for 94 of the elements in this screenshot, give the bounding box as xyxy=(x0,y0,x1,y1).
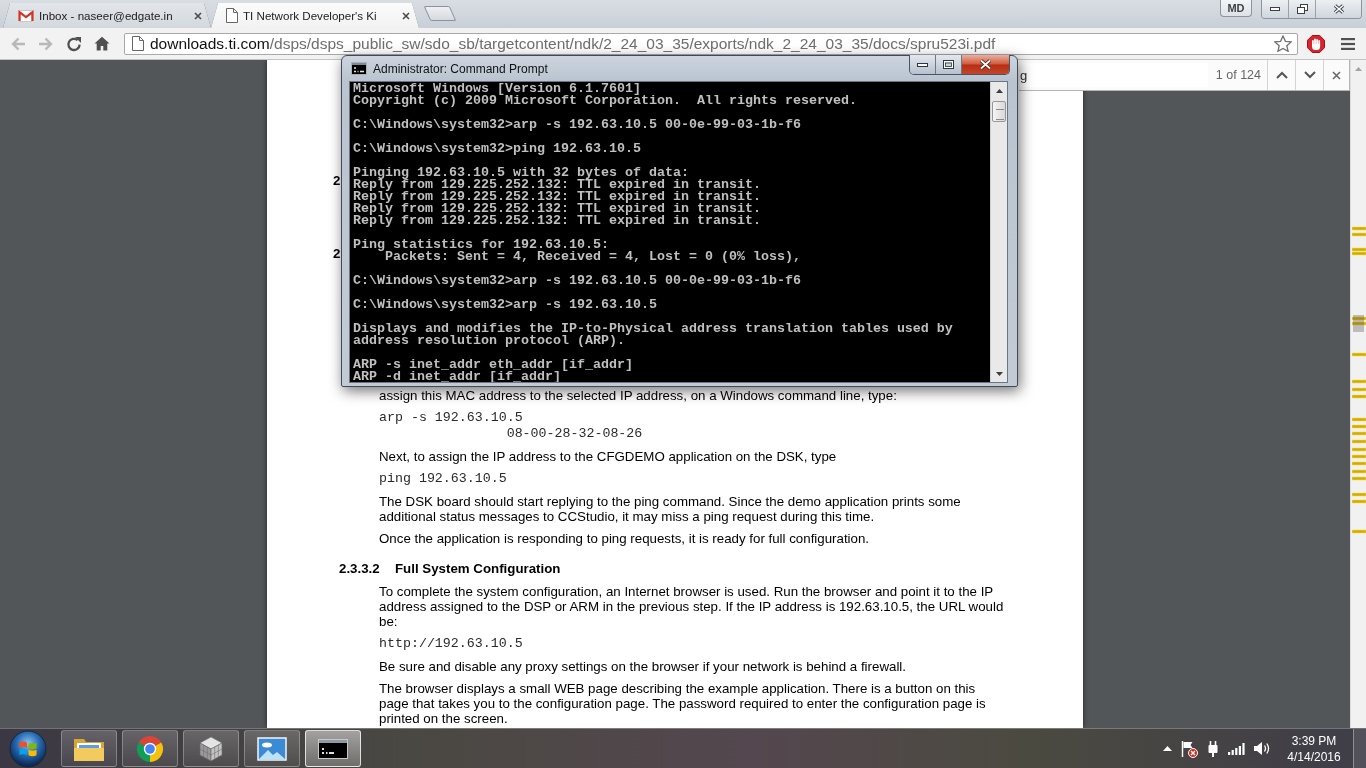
terminal-icon xyxy=(318,738,348,759)
left-arrow-icon xyxy=(10,36,26,51)
console-line: Reply from 129.225.252.132: TTL expired in transit. xyxy=(353,179,762,191)
heading-fragment: 2 xyxy=(333,173,341,188)
minimize-button[interactable] xyxy=(1262,0,1289,18)
console-line: C:\Windows\system32>arp -s 192.63.10.5 00-0e-99-03-1b-f6 xyxy=(353,275,802,287)
minimize-icon xyxy=(1270,7,1280,11)
paragraph: To complete the system configuration, an Internet browser is used. Run the browser and point it to the IP address assigned to the DSP or ARM in the previous step. If the IP address is 192.63.10.5, the URL would be: xyxy=(379,584,1005,629)
close-tab-button[interactable] xyxy=(193,10,203,21)
wheel-logo-icon xyxy=(136,734,164,763)
console-line: Pinging 192.63.10.5 with 32 bytes of data: xyxy=(353,167,690,179)
console-line: Reply from 129.225.252.132: TTL expired in transit. xyxy=(353,215,762,227)
close-icon xyxy=(1332,4,1345,14)
close-icon xyxy=(1332,70,1341,80)
flag-logo-icon xyxy=(9,729,47,768)
chevron-down-icon xyxy=(1303,71,1316,79)
up-triangle-icon[interactable] xyxy=(1163,746,1172,751)
section-number: 2.3.3.2 xyxy=(339,561,381,577)
picture-icon xyxy=(257,736,287,761)
scrollbar-thumb[interactable] xyxy=(992,101,1006,122)
maximize-icon xyxy=(943,60,954,69)
paragraph: assign this MAC address to the selected IP address, on a Windows command line, type: xyxy=(379,388,898,403)
console-line: address resolution protocol (ARP). xyxy=(353,335,625,347)
signal-icon[interactable] xyxy=(1228,742,1245,755)
close-tab-button[interactable] xyxy=(401,10,411,21)
speaker-icon[interactable] xyxy=(1253,741,1271,756)
match-count: 1 of 124 xyxy=(1215,68,1261,82)
address-bar[interactable]: downloads.ti.com/dsps/dsps_public_sw/sdo_sb/targetcontent/ndk/2_24_03_35/exports/ndk_2_24_03_35/docs/spru523i.pdf xyxy=(124,32,1298,55)
find-field[interactable]: g xyxy=(1019,63,1208,87)
console-line: Packets: Sent = 4, Received = 4, Lost = 0 (0% loss), xyxy=(385,251,802,263)
clock-date[interactable]: 4/14/2016 xyxy=(1287,748,1341,765)
envelope-icon xyxy=(18,9,34,22)
minimize-icon xyxy=(917,62,928,67)
restore-button[interactable] xyxy=(1289,0,1316,18)
close-button[interactable] xyxy=(1316,0,1361,18)
taskbar-button[interactable] xyxy=(61,730,117,767)
console-line: C:\Windows\system32>arp -s 192.63.10.5 00-0e-99-03-1b-f6 xyxy=(353,119,802,131)
page-icon xyxy=(132,36,144,51)
paragraph: Next, to assign the IP address to the CFGDEMO application on the DSK, type xyxy=(379,449,838,464)
right-arrow-icon xyxy=(38,36,54,51)
console-icon xyxy=(351,62,367,75)
console-line: Displays and modifies the IP-to-Physical address translation tables used by xyxy=(353,323,954,335)
window-title: Administrator: Command Prompt xyxy=(373,61,548,76)
console-line: Reply from 129.225.252.132: TTL expired in transit. xyxy=(353,203,762,215)
taskbar-button[interactable] xyxy=(183,730,239,767)
minimize-button[interactable] xyxy=(910,55,936,74)
chevron-up-icon xyxy=(1275,71,1288,79)
console-line: C:\Windows\system32>arp -s 192.63.10.5 xyxy=(353,299,658,311)
console-line: Microsoft Windows [Version 6.1.7601] xyxy=(353,83,641,95)
browser-tab[interactable]: TI Network Developer's Ki xyxy=(211,3,419,28)
heading-fragment: 2 xyxy=(333,246,341,261)
taskbar-button[interactable] xyxy=(244,730,300,767)
maximize-button[interactable] xyxy=(936,55,962,74)
console-line: C:\Windows\system32>ping 192.63.10.5 xyxy=(353,143,642,155)
close-icon xyxy=(402,11,410,20)
clock-time[interactable]: 3:39 PM xyxy=(1291,732,1337,749)
menu-icon xyxy=(1341,37,1355,50)
section-heading: Full System Configuration xyxy=(395,561,561,577)
console-line: Reply from 129.225.252.132: TTL expired in transit. xyxy=(353,191,762,203)
stop-hand-icon xyxy=(1307,34,1325,53)
code-line: arp -s 192.63.10.5 xyxy=(379,410,524,426)
cube-icon xyxy=(197,734,225,763)
paragraph: The browser displays a small WEB page describing the example application. There is a button on this page that takes you to the configuration page. The password required to enter the configuration page is printed on the screen. xyxy=(379,681,987,726)
new-tab-button[interactable] xyxy=(423,6,457,21)
reload-icon xyxy=(66,35,82,52)
up-arrow-icon xyxy=(995,88,1003,93)
up-arrow-icon xyxy=(1355,66,1362,71)
console-line: Copyright (c) 2009 Microsoft Corporation. All rights reserved. xyxy=(353,95,858,107)
taskbar-button[interactable] xyxy=(305,730,361,767)
paragraph: The DSK board should start replying to the ping command. Since the demo application prints some additional status messages to CCStudio, it may miss a ping request during this time. xyxy=(379,494,962,524)
restore-icon xyxy=(1296,4,1308,14)
page-icon xyxy=(226,8,238,23)
console-line: ARP -d inet_addr [if_addr] xyxy=(353,371,562,382)
close-icon xyxy=(979,59,992,70)
console-line: Ping statistics for 192.63.10.5: xyxy=(353,239,610,251)
flag-alert-icon[interactable] xyxy=(1180,739,1198,758)
profile-button[interactable]: MD xyxy=(1220,0,1252,17)
star-icon xyxy=(1274,35,1292,52)
scrollbar-thumb[interactable] xyxy=(1353,315,1364,332)
plug-icon[interactable] xyxy=(1206,740,1220,757)
paragraph: Be sure and disable any proxy settings on the browser if your network is behind a firewall. xyxy=(379,659,907,674)
code-line: ping 192.63.10.5 xyxy=(379,471,507,487)
bookmark-button[interactable] xyxy=(1273,33,1293,54)
home-icon xyxy=(94,36,110,51)
close-icon xyxy=(194,11,202,20)
code-line: 08-00-28-32-08-26 xyxy=(506,426,643,442)
console-line: ARP -s inet_addr eth_addr [if_addr] xyxy=(353,359,634,371)
down-arrow-icon xyxy=(995,371,1003,376)
scrollbar[interactable] xyxy=(1350,60,1366,728)
scrollbar[interactable] xyxy=(990,82,1007,382)
browser-tab[interactable]: Inbox - naseer@edgate.in xyxy=(3,3,211,28)
close-button[interactable] xyxy=(962,55,1009,74)
code-line: http://192.63.10.5 xyxy=(379,636,523,652)
paragraph: Once the application is responding to ping requests, it is ready for full configuration. xyxy=(379,531,871,546)
